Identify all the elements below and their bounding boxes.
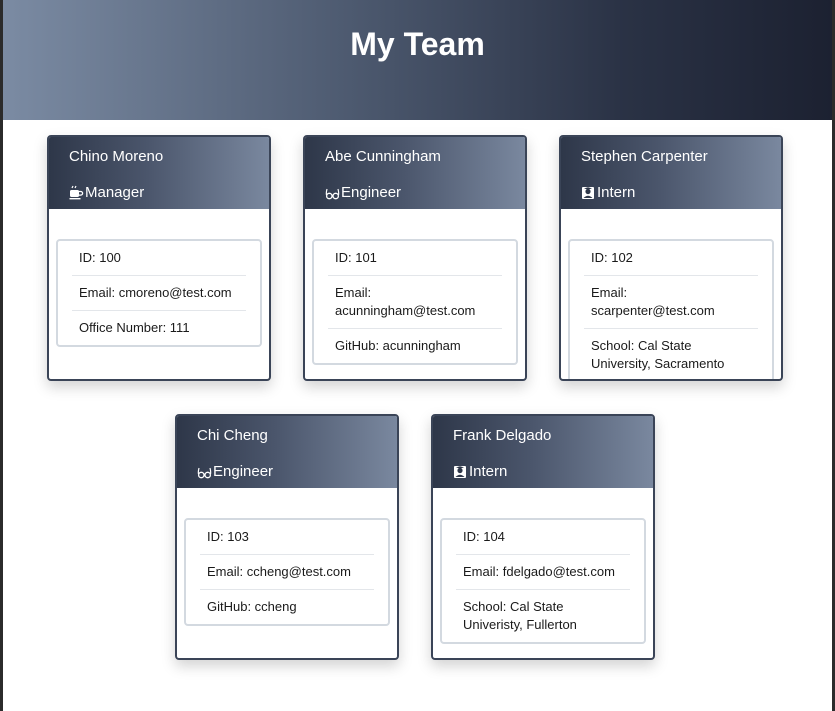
- employee-role: Manager: [69, 183, 144, 203]
- employee-card: Chino Moreno Manager ID: 100 Email: cmor…: [47, 135, 271, 381]
- user-graduate-icon: [453, 464, 468, 480]
- employee-email: Email: acunningham@test.com: [328, 275, 502, 328]
- employee-role-label: Engineer: [213, 463, 274, 480]
- employee-id: ID: 101: [335, 250, 377, 265]
- page: My Team Chino Moreno Manager ID: 100 Ema…: [3, 0, 832, 711]
- employee-name: Abe Cunningham: [325, 148, 441, 165]
- employee-role-label: Intern: [469, 463, 508, 480]
- coffee-icon: [69, 185, 84, 201]
- employee-name: Stephen Carpenter: [581, 148, 708, 165]
- user-graduate-icon: [581, 185, 596, 201]
- employee-name: Frank Delgado: [453, 427, 552, 444]
- card-header: Stephen Carpenter Intern: [561, 137, 781, 209]
- employee-role-label: Engineer: [341, 184, 402, 201]
- employee-card: Frank Delgado Intern ID: 104 Email: fdel…: [431, 414, 655, 660]
- employee-card: Abe Cunningham Engineer ID: 101 Email: a…: [303, 135, 527, 381]
- card-header: Abe Cunningham Engineer: [305, 137, 525, 209]
- employee-email: Email: cmoreno@test.com: [72, 275, 246, 310]
- glasses-icon: [197, 464, 212, 480]
- employee-email: Email: scarpenter@test.com: [584, 275, 758, 328]
- page-title: My Team: [350, 26, 485, 62]
- employee-name: Chi Cheng: [197, 427, 268, 444]
- info-list: ID: 101 Email: acunningham@test.com GitH…: [312, 239, 518, 365]
- employee-id: ID: 103: [207, 529, 249, 544]
- employee-id: ID: 102: [591, 250, 633, 265]
- employee-role: Intern: [581, 183, 635, 203]
- employee-role: Engineer: [325, 183, 401, 203]
- employee-github: GitHub: ccheng: [200, 589, 374, 624]
- employee-school: School: Cal State Univeristy, Fullerton: [456, 589, 630, 642]
- employee-email: Email: ccheng@test.com: [200, 554, 374, 589]
- info-list: ID: 104 Email: fdelgado@test.com School:…: [440, 518, 646, 644]
- header-banner: My Team: [3, 0, 832, 120]
- employee-card: Chi Cheng Engineer ID: 103 Email: ccheng…: [175, 414, 399, 660]
- employee-card: Stephen Carpenter Intern ID: 102 Email: …: [559, 135, 783, 381]
- employee-role: Intern: [453, 462, 507, 482]
- employee-office-number: Office Number: 111: [72, 310, 246, 345]
- employee-email: Email: fdelgado@test.com: [456, 554, 630, 589]
- card-header: Frank Delgado Intern: [433, 416, 653, 488]
- employee-id: ID: 100: [79, 250, 121, 265]
- employee-name: Chino Moreno: [69, 148, 164, 165]
- card-header: Chi Cheng Engineer: [177, 416, 397, 488]
- info-list: ID: 100 Email: cmoreno@test.com Office N…: [56, 239, 262, 347]
- info-list: ID: 103 Email: ccheng@test.com GitHub: c…: [184, 518, 390, 626]
- card-header: Chino Moreno Manager: [49, 137, 269, 209]
- info-list: ID: 102 Email: scarpenter@test.com Schoo…: [568, 239, 774, 379]
- employee-id: ID: 104: [463, 529, 505, 544]
- employee-role-label: Manager: [85, 184, 145, 201]
- employee-role: Engineer: [197, 462, 273, 482]
- employee-role-label: Intern: [597, 184, 636, 201]
- employee-school: School: Cal State University, Sacramento: [584, 328, 758, 379]
- glasses-icon: [325, 185, 340, 201]
- employee-github: GitHub: acunningham: [328, 328, 502, 363]
